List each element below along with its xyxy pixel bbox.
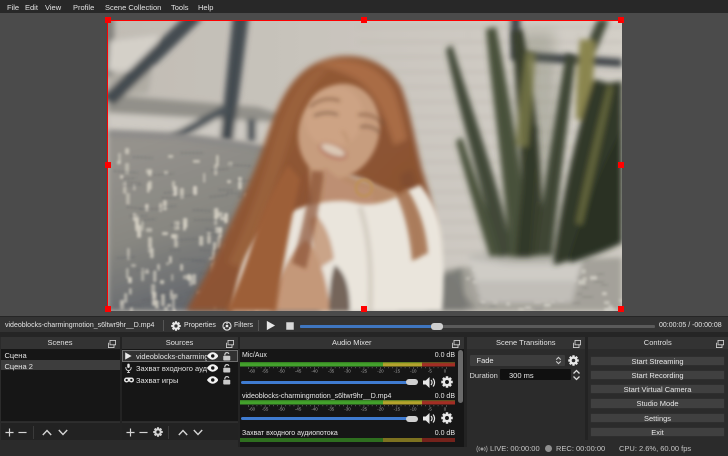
svg-text:-15: -15 bbox=[394, 407, 401, 411]
svg-text:-30: -30 bbox=[344, 407, 351, 411]
svg-text:-55: -55 bbox=[262, 369, 269, 373]
svg-text:-40: -40 bbox=[311, 407, 318, 411]
svg-text:-50: -50 bbox=[278, 369, 285, 373]
svg-text:-25: -25 bbox=[361, 407, 368, 411]
svg-text:-35: -35 bbox=[328, 369, 335, 373]
svg-text:-10: -10 bbox=[410, 369, 417, 373]
svg-text:-50: -50 bbox=[278, 407, 285, 411]
svg-text:-20: -20 bbox=[377, 407, 384, 411]
svg-text:-60: -60 bbox=[249, 369, 256, 373]
svg-text:-55: -55 bbox=[262, 407, 269, 411]
svg-text:-5: -5 bbox=[428, 407, 432, 411]
svg-text:0: 0 bbox=[444, 369, 447, 373]
svg-text:-5: -5 bbox=[428, 369, 432, 373]
svg-text:-15: -15 bbox=[394, 369, 401, 373]
svg-text:-60: -60 bbox=[249, 407, 256, 411]
svg-text:-25: -25 bbox=[361, 369, 368, 373]
svg-text:-45: -45 bbox=[295, 407, 302, 411]
svg-text:0: 0 bbox=[444, 407, 447, 411]
svg-text:-30: -30 bbox=[344, 369, 351, 373]
svg-text:-35: -35 bbox=[328, 407, 335, 411]
svg-text:-40: -40 bbox=[311, 369, 318, 373]
svg-text:-10: -10 bbox=[410, 407, 417, 411]
svg-text:-20: -20 bbox=[377, 369, 384, 373]
svg-text:-45: -45 bbox=[295, 369, 302, 373]
